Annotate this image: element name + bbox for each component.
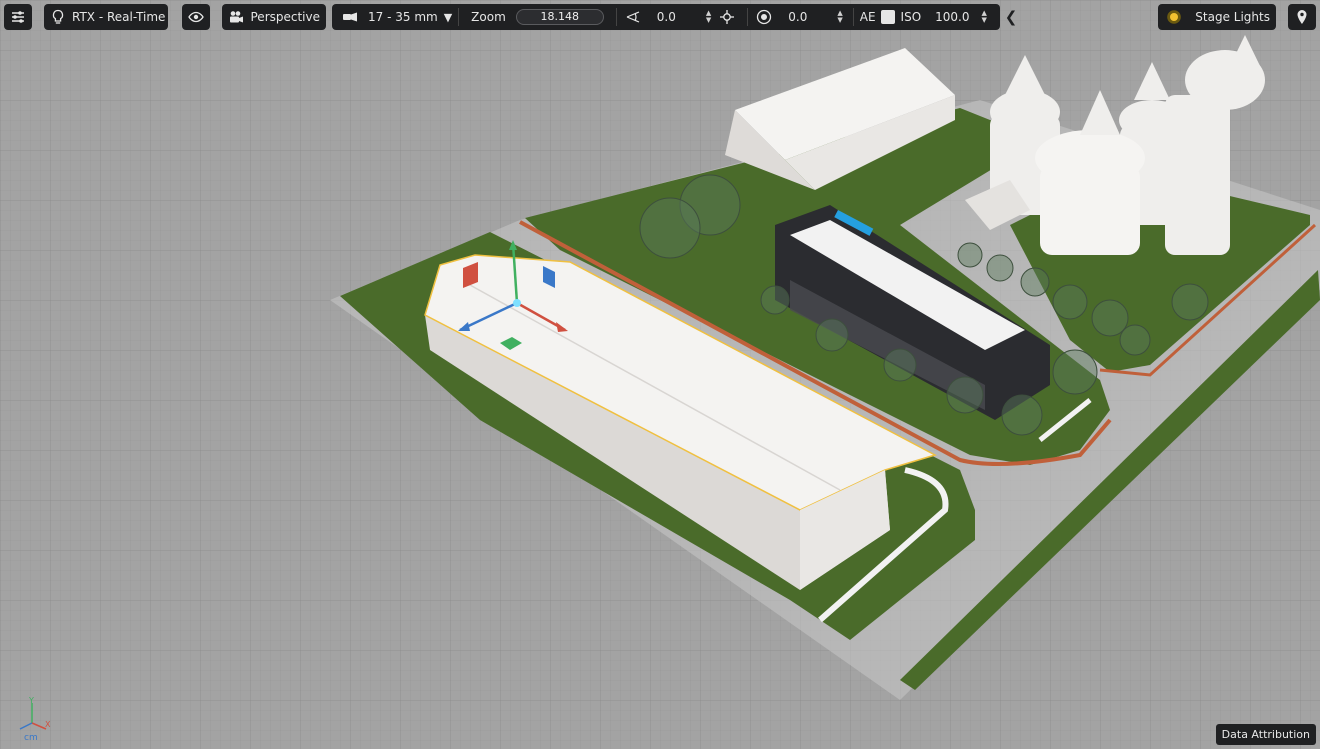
eye-icon[interactable]: [186, 7, 206, 27]
lightbulb-icon: [50, 7, 66, 27]
lens-icon: [340, 7, 360, 27]
collapse-icon[interactable]: ❮: [1005, 8, 1018, 26]
tilt-value[interactable]: 0.0: [657, 10, 676, 24]
collapse-toolbar-group: ❮: [1002, 4, 1020, 30]
camera-group[interactable]: Perspective: [222, 4, 326, 30]
gizmo-center: [513, 299, 521, 307]
settings-group: [4, 4, 32, 30]
tilt-stepper[interactable]: ▲ ▼: [706, 10, 711, 24]
iso-value[interactable]: 100.0: [935, 10, 969, 24]
axis-y-label: Y: [28, 697, 34, 705]
aperture-value[interactable]: 0.0: [788, 10, 807, 24]
axis-x-label: X: [45, 720, 51, 729]
viewport[interactable]: RTX - Real-Time Perspective 17 - 35 mm ▼…: [0, 0, 1320, 749]
lens-dropdown-icon[interactable]: ▼: [444, 11, 452, 24]
aperture-icon: [754, 7, 774, 27]
move-icon[interactable]: [717, 7, 737, 27]
lens-label[interactable]: 17 - 35 mm: [368, 10, 438, 24]
zoom-input[interactable]: 18.148: [515, 9, 604, 25]
lights-label: Stage Lights: [1195, 10, 1270, 24]
camera-controls-group: 17 - 35 mm ▼ Zoom 18.148 0.0 ▲ ▼ 0.0 ▲ ▼ A…: [332, 4, 1000, 30]
camera-icon: [228, 7, 245, 27]
render-mode-group[interactable]: RTX - Real-Time: [44, 4, 168, 30]
camera-mode-label: Perspective: [250, 10, 321, 24]
ae-label: AE: [859, 10, 876, 24]
render-mode-label: RTX - Real-Time: [72, 10, 166, 24]
unit-label: cm: [24, 733, 38, 743]
axis-orientation-widget: Y X cm: [14, 696, 54, 743]
data-attribution-button[interactable]: Data Attribution: [1215, 724, 1316, 745]
3d-scene[interactable]: [0, 0, 1320, 749]
lights-group[interactable]: Stage Lights: [1158, 4, 1276, 30]
aperture-stepper[interactable]: ▲ ▼: [837, 10, 842, 24]
visibility-group: [182, 4, 210, 30]
divider: [458, 8, 460, 26]
zoom-label: Zoom: [471, 10, 506, 24]
settings-sliders-icon[interactable]: [8, 7, 28, 27]
divider: [852, 8, 854, 26]
location-pin-icon[interactable]: [1292, 7, 1312, 27]
iso-stepper[interactable]: ▲ ▼: [982, 10, 987, 24]
iso-label: ISO: [900, 10, 922, 24]
ae-checkbox[interactable]: [880, 10, 895, 24]
tilt-icon: [623, 7, 643, 27]
divider: [615, 8, 617, 26]
sun-icon: [1164, 7, 1183, 27]
divider: [747, 8, 749, 26]
location-group: [1288, 4, 1316, 30]
